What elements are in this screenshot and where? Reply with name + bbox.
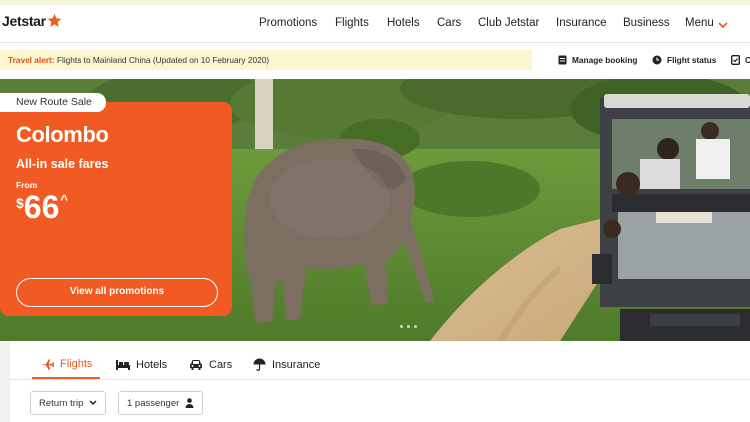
nav-club-jetstar[interactable]: Club Jetstar [478,17,539,29]
passenger-value: 1 passenger [127,397,180,409]
tab-flights[interactable]: Flights [32,350,101,379]
tab-hotels[interactable]: Hotels [116,350,167,379]
checkin-icon [731,55,740,65]
top-navigation: Jetstar Promotions Flights Hotels Cars C… [0,5,750,43]
flight-status-label: Flight status [667,55,717,65]
checkin-label: C [745,55,750,65]
tab-label: Cars [209,358,233,371]
nav-flights[interactable]: Flights [335,17,369,29]
price-footnote-marker: ^ [60,192,68,207]
promo-subtitle: All-in sale fares [16,157,109,171]
nav-business[interactable]: Business [623,17,670,29]
manage-booking-link[interactable]: Manage booking [558,55,637,65]
logo-text: Jetstar [2,13,46,29]
tab-label: Insurance [272,358,321,371]
carousel-dot[interactable] [400,325,403,328]
carousel-dot[interactable] [414,325,417,328]
tab-insurance[interactable]: Insurance [253,350,320,379]
carousel-indicators[interactable] [400,325,417,328]
price-currency: $ [16,195,24,211]
trip-type-select[interactable]: Return trip [30,391,107,415]
plane-icon [41,358,54,370]
tab-cars[interactable]: Cars [189,350,232,379]
star-icon [47,13,62,27]
flight-status-link[interactable]: Flight status [652,55,716,65]
clock-icon [652,55,662,65]
jetstar-logo[interactable]: Jetstar [2,13,62,29]
car-icon [190,360,202,370]
promo-city: Colombo [16,122,109,147]
umbrella-icon [253,358,266,371]
price-amount: 66 [23,189,60,225]
trip-type-value: Return trip [39,397,84,409]
person-icon [185,398,194,408]
document-icon [558,55,567,65]
nav-cars[interactable]: Cars [437,17,461,29]
bed-icon [116,360,130,370]
manage-booking-label: Manage booking [572,55,638,65]
nav-menu[interactable]: Menu [685,17,714,29]
chevron-down-icon [89,400,97,406]
tab-label: Flights [60,357,93,370]
carousel-dot[interactable] [407,325,410,328]
travel-alert-message[interactable]: Flights to Mainland China (Updated on 10… [57,55,269,65]
passenger-select[interactable]: 1 passenger [118,391,204,415]
view-all-promotions-button[interactable]: View all promotions [16,278,218,307]
promo-card[interactable]: Colombo All-in sale fares From $ 66 ^ Vi… [0,102,232,316]
travel-alert-label: Travel alert: [8,55,55,65]
tab-label: Hotels [136,358,168,371]
chevron-down-icon[interactable] [718,22,728,29]
new-route-sale-badge: New Route Sale [0,93,106,112]
nav-insurance[interactable]: Insurance [556,17,607,29]
nav-promotions[interactable]: Promotions [259,17,317,29]
checkin-link[interactable]: C [731,55,750,65]
nav-hotels[interactable]: Hotels [387,17,420,29]
travel-alert-bar[interactable]: Travel alert: Flights to Mainland China … [0,50,532,70]
tab-divider [10,379,750,380]
promo-price: $ 66 ^ [16,189,68,225]
